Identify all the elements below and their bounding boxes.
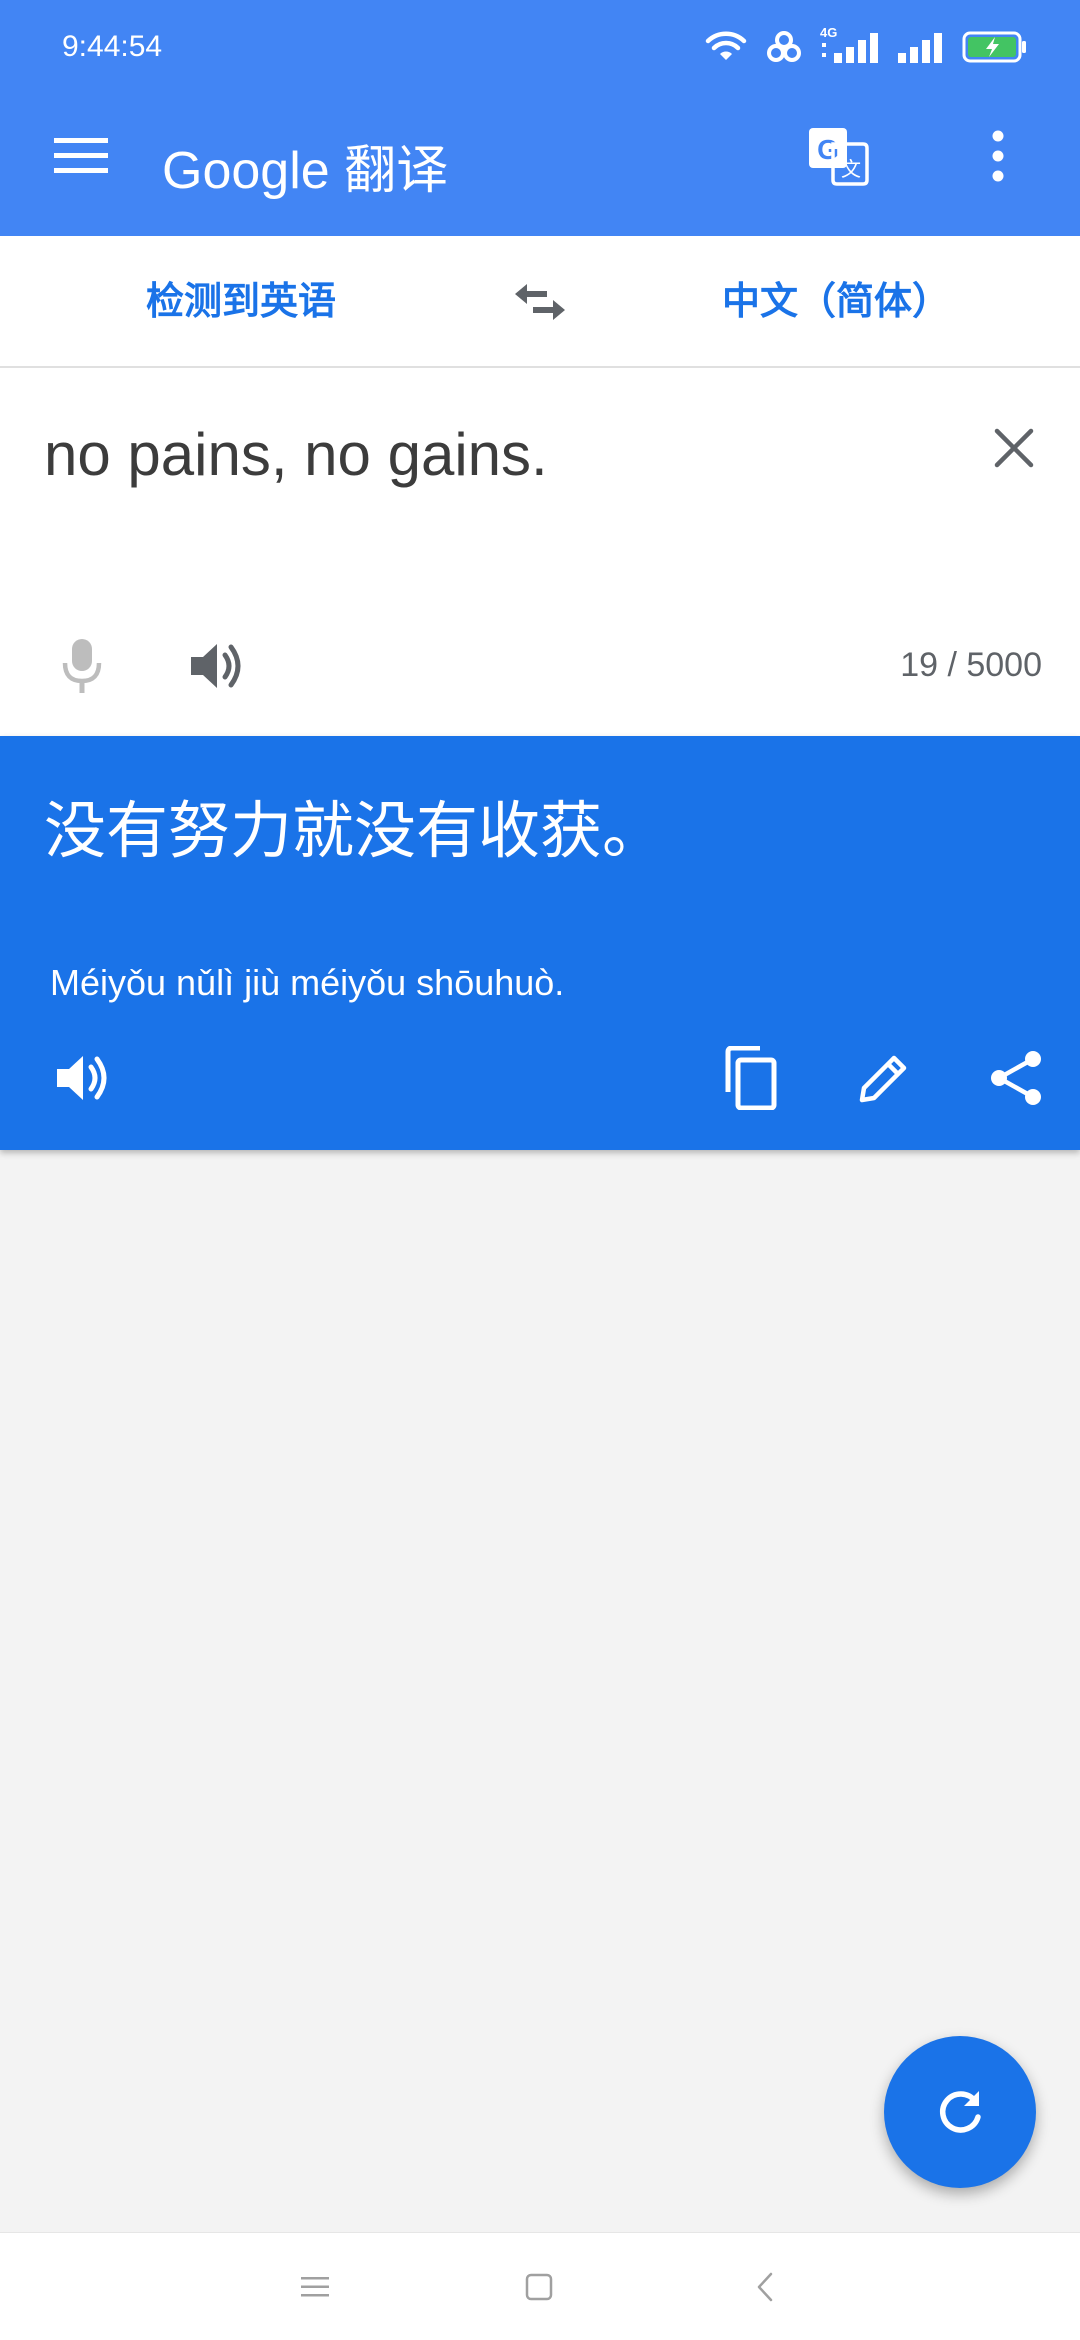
menu-lines-icon — [301, 2277, 329, 2297]
signal-4g-icon: 4G — [820, 25, 880, 65]
close-icon — [994, 428, 1034, 468]
menu-icon — [54, 138, 108, 173]
back-nav-button[interactable] — [730, 2255, 800, 2319]
translate-button[interactable]: G 文 — [796, 118, 880, 194]
signal-icon — [898, 33, 942, 63]
character-count: 19 / 5000 — [900, 646, 1042, 684]
copy-button[interactable] — [710, 1036, 790, 1120]
more-options-button[interactable] — [966, 118, 1030, 194]
swap-horiz-icon — [515, 284, 565, 320]
copy-icon — [725, 1046, 777, 1110]
app-title: Google 翻译 — [162, 142, 449, 200]
listen-source-button[interactable] — [176, 626, 256, 706]
edit-button[interactable] — [844, 1036, 924, 1120]
status-time: 9:44:54 — [62, 30, 163, 63]
target-language-button[interactable]: 中文（简体） — [722, 236, 950, 368]
home-nav-button[interactable] — [504, 2255, 574, 2319]
voice-input-button[interactable] — [44, 626, 120, 706]
menu-button[interactable] — [38, 118, 124, 194]
svg-text:文: 文 — [841, 157, 861, 181]
share-icon — [991, 1051, 1041, 1105]
volume-icon — [191, 644, 241, 688]
refresh-fab[interactable] — [884, 2036, 1036, 2188]
translation-text[interactable]: 没有努力就没有收获。 — [44, 780, 664, 870]
system-nav-bar — [0, 2232, 1080, 2340]
source-language-button[interactable]: 检测到英语 — [146, 236, 336, 368]
refresh-icon — [939, 2091, 981, 2133]
input-card: no pains, no gains. 19 / 5000 — [0, 368, 1080, 736]
hotspot-icon — [767, 31, 801, 62]
pinyin-text: Méiyǒu nǔlì jiù méiyǒu shōuhuò. — [50, 962, 565, 1003]
swap-languages-button[interactable] — [500, 266, 580, 338]
source-text-input[interactable]: no pains, no gains. — [44, 420, 548, 489]
recents-nav-button[interactable] — [280, 2255, 350, 2319]
back-chevron-icon — [757, 2272, 773, 2302]
home-square-icon — [525, 2273, 553, 2301]
translate-icon: G 文 — [809, 128, 869, 186]
edit-icon — [859, 1055, 907, 1103]
app-bar: 9:44:54 4G Google 翻译 G 文 — [0, 0, 1080, 236]
battery-charging-icon — [962, 31, 1026, 63]
translation-card: 没有努力就没有收获。 Méiyǒu nǔlì jiù méiyǒu shōuhu… — [0, 736, 1080, 1150]
listen-translation-button[interactable] — [42, 1038, 122, 1118]
mic-icon — [62, 639, 102, 693]
language-bar: 检测到英语 中文（简体） — [0, 236, 1080, 368]
volume-icon — [57, 1056, 107, 1100]
wifi-icon — [705, 31, 747, 60]
status-icons: 4G — [704, 25, 1028, 68]
svg-text:G: G — [817, 134, 839, 165]
share-button[interactable] — [976, 1036, 1056, 1120]
more-vert-icon — [992, 130, 1004, 182]
clear-input-button[interactable] — [978, 412, 1050, 484]
